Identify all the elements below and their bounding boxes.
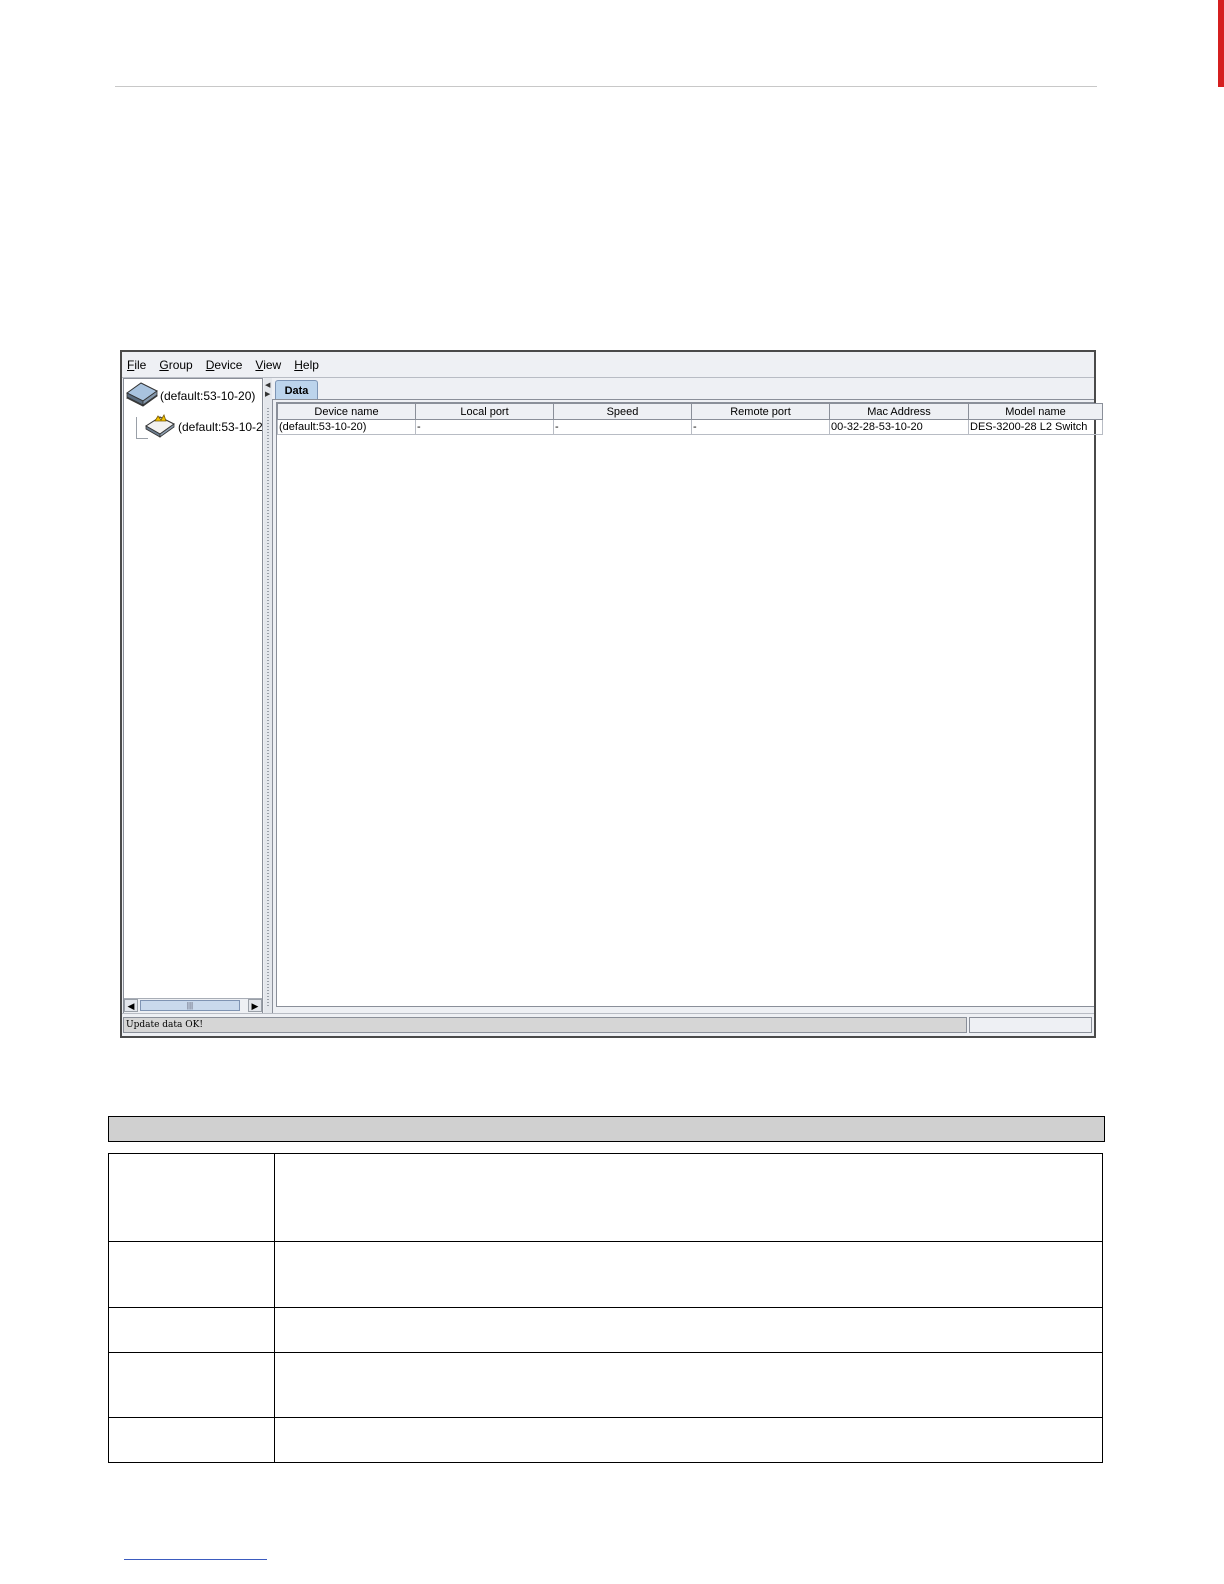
- table-row: [108, 1153, 1103, 1242]
- tab-data[interactable]: Data: [275, 380, 318, 400]
- tree-child-node[interactable]: (default:53-10-20): [144, 412, 262, 440]
- column-header[interactable]: Mac Address: [829, 403, 969, 420]
- column-header[interactable]: Device name: [277, 403, 416, 420]
- cell-speed: -: [553, 419, 692, 435]
- tree-child-label: (default:53-10-20): [178, 420, 262, 434]
- chapter-marker: [1218, 0, 1224, 87]
- splitter-grip: [267, 408, 269, 1008]
- tree-horizontal-scrollbar[interactable]: ◀ ||| ▶: [124, 998, 262, 1013]
- content-area: Data Device name Local port Speed Remote…: [272, 378, 1103, 1014]
- tab-panel: Device name Local port Speed Remote port…: [272, 399, 1103, 1014]
- description-table: [108, 1153, 1103, 1463]
- panel-splitter[interactable]: ◀ ▶: [264, 378, 272, 1014]
- device-tree-panel: (default:53-10-20) (default:53-10-20) ◀ …: [123, 378, 263, 1014]
- column-header[interactable]: Speed: [553, 403, 692, 420]
- expand-right-icon[interactable]: ▶: [265, 391, 270, 399]
- tree-connector: [136, 417, 137, 439]
- cell-local-port: -: [415, 419, 554, 435]
- app-window: File Group Device View Help (default:53-…: [120, 350, 1103, 1038]
- tree-root-label: (default:53-10-20): [160, 389, 256, 403]
- data-table-area: Device name Local port Speed Remote port…: [276, 402, 1103, 1007]
- menu-device[interactable]: Device: [206, 358, 243, 372]
- menu-view[interactable]: View: [255, 358, 281, 372]
- tree-root-node[interactable]: (default:53-10-20): [125, 380, 261, 410]
- scroll-thumb[interactable]: |||: [140, 1000, 240, 1011]
- cell-mac-address: 00-32-28-53-10-20: [829, 419, 969, 435]
- status-secondary: [969, 1017, 1092, 1033]
- menu-bar: File Group Device View Help: [122, 352, 1094, 378]
- scroll-right-arrow-icon[interactable]: ▶: [248, 999, 262, 1012]
- table-row[interactable]: (default:53-10-20) - - - 00-32-28-53-10-…: [277, 419, 1103, 435]
- cell-model-name: DES-3200-28 L2 Switch: [968, 419, 1103, 435]
- table-row: [108, 1241, 1103, 1308]
- footer-link-underline[interactable]: [124, 1559, 267, 1560]
- switch-icon: [145, 414, 175, 438]
- cell-remote-port: -: [691, 419, 830, 435]
- column-header[interactable]: Remote port: [691, 403, 830, 420]
- table-row: [108, 1307, 1103, 1353]
- collapse-left-icon[interactable]: ◀: [265, 382, 270, 390]
- status-bar: Update data OK!: [122, 1013, 1094, 1036]
- column-header[interactable]: Model name: [968, 403, 1103, 420]
- menu-file[interactable]: File: [127, 358, 146, 372]
- header-rule: [115, 86, 1097, 87]
- menu-help[interactable]: Help: [294, 358, 319, 372]
- cell-device-name: (default:53-10-20): [277, 419, 416, 435]
- table-header-row: Device name Local port Speed Remote port…: [277, 403, 1103, 420]
- menu-group[interactable]: Group: [159, 358, 192, 372]
- column-header[interactable]: Local port: [415, 403, 554, 420]
- switch-group-icon: [126, 382, 158, 407]
- status-message: Update data OK!: [123, 1017, 967, 1033]
- data-table: Device name Local port Speed Remote port…: [277, 403, 1103, 435]
- table-row: [108, 1352, 1103, 1418]
- description-table-header: [108, 1116, 1105, 1142]
- table-row: [108, 1417, 1103, 1463]
- scroll-left-arrow-icon[interactable]: ◀: [124, 999, 138, 1012]
